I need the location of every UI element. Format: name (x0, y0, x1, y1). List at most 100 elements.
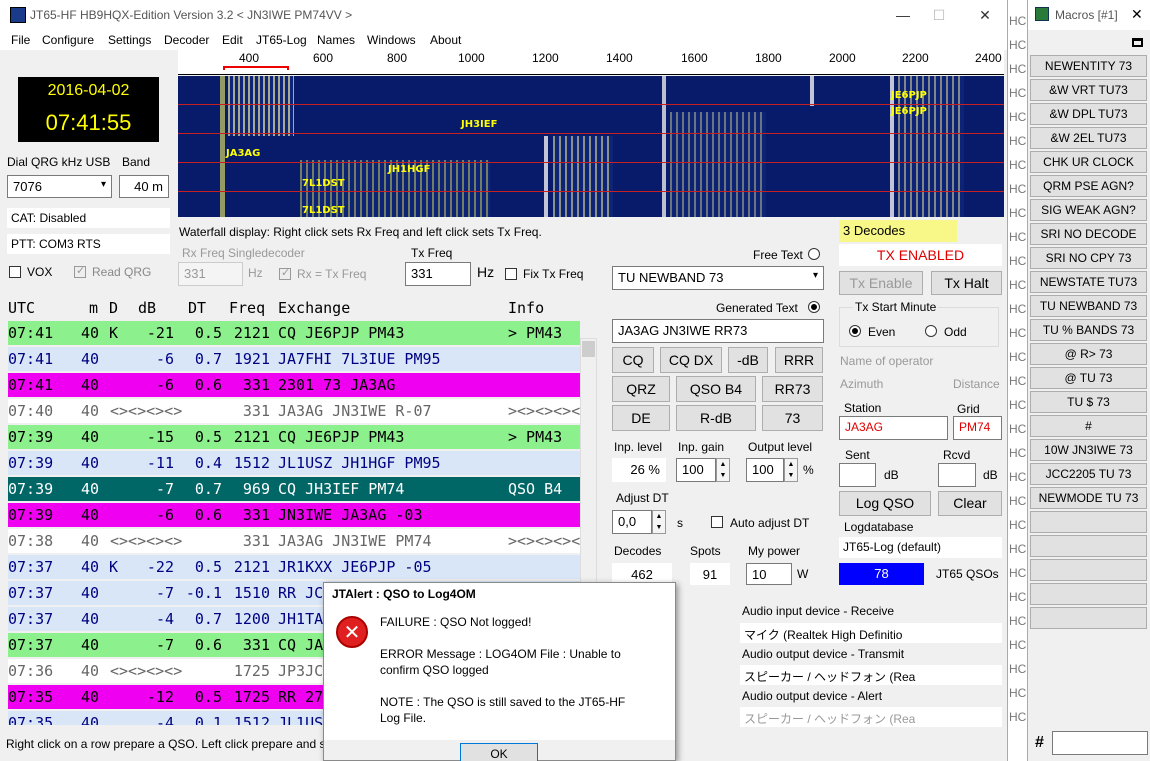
macro-button[interactable]: SRI NO CPY 73 (1030, 247, 1147, 269)
cq-button[interactable]: CQ (612, 347, 654, 373)
macro-button[interactable] (1030, 511, 1147, 533)
rx-freq-field[interactable]: 331 (178, 262, 243, 286)
table-row[interactable]: 07:39 40 -15 0.5 2121 CQ JE6PJP PM43 > PM43 (8, 425, 580, 449)
inp-gain-field[interactable]: 100 (676, 458, 716, 482)
log-qso-button[interactable]: Log QSO (839, 491, 931, 516)
close-button[interactable]: ✕ (970, 4, 1000, 26)
macro-button[interactable] (1030, 583, 1147, 605)
table-row[interactable]: 07:40 40 <><><><> 331 JA3AG JN3IWE R-07 ><><>… (8, 399, 580, 423)
macro-button[interactable]: 10W JN3IWE 73 (1030, 439, 1147, 461)
macro-button[interactable]: SRI NO DECODE (1030, 223, 1147, 245)
macro-button[interactable]: JCC2205 TU 73 (1030, 463, 1147, 485)
menu-names[interactable]: Names (317, 33, 355, 47)
macro-button[interactable]: TU $ 73 (1030, 391, 1147, 413)
restore-icon[interactable] (1132, 38, 1143, 47)
vox-checkbox[interactable] (9, 266, 21, 278)
free-text-select[interactable]: TU NEWBAND 73 ▾ (612, 266, 824, 290)
macro-button[interactable]: TU % BANDS 73 (1030, 319, 1147, 341)
rr73-button[interactable]: RR73 (762, 376, 823, 402)
macro-button[interactable]: &W VRT TU73 (1030, 79, 1147, 101)
logdatabase-field[interactable]: JT65-Log (default) (839, 537, 1002, 558)
audio-alert-device[interactable]: スピーカー / ヘッドフォン (Rea (740, 707, 1002, 727)
macro-button[interactable]: &W DPL TU73 (1030, 103, 1147, 125)
menu-edit[interactable]: Edit (222, 33, 243, 47)
audio-in-device[interactable]: マイク (Realtek High Definitio (740, 623, 1002, 643)
chevron-down-icon: ▾ (100, 179, 106, 190)
73-button[interactable]: 73 (762, 405, 823, 431)
macro-button[interactable] (1030, 607, 1147, 629)
table-row[interactable]: 07:41 40 -6 0.7 1921 JA7FHI 7L3IUE PM95 (8, 347, 580, 371)
output-level-field[interactable]: 100 (746, 458, 784, 482)
inp-gain-spinner[interactable]: ▲ ▼ (716, 458, 730, 482)
fix-tx-checkbox[interactable] (505, 268, 517, 280)
adjust-dt-spinner[interactable]: ▲ ▼ (652, 510, 666, 534)
menu-about[interactable]: About (430, 33, 461, 47)
maximize-button[interactable]: ☐ (924, 4, 954, 26)
qrz-button[interactable]: QRZ (612, 376, 670, 402)
auto-adjust-dt-checkbox[interactable] (711, 516, 723, 528)
menu-windows[interactable]: Windows (367, 33, 416, 47)
menu-file[interactable]: File (11, 33, 30, 47)
macro-button[interactable]: CHK UR CLOCK (1030, 151, 1147, 173)
macro-button[interactable]: NEWMODE TU 73 (1030, 487, 1147, 509)
menu-jt65-log[interactable]: JT65-Log (256, 33, 307, 47)
macro-button[interactable] (1030, 559, 1147, 581)
cell-m: 40 (81, 506, 100, 524)
macro-button[interactable] (1030, 535, 1147, 557)
generated-text-field[interactable]: JA3AG JN3IWE RR73 (612, 319, 824, 343)
macro-button[interactable]: TU NEWBAND 73 (1030, 295, 1147, 317)
waterfall-callsign: 7L1DST (302, 178, 345, 189)
minimize-button[interactable]: — (888, 4, 918, 26)
table-row[interactable]: 07:37 40 K -22 0.5 2121 JR1KXX JE6PJP -05 (8, 555, 580, 579)
macro-button[interactable]: SIG WEAK AGN? (1030, 199, 1147, 221)
macro-button[interactable]: NEWENTITY 73 (1030, 55, 1147, 77)
macro-button[interactable]: # (1030, 415, 1147, 437)
menu-settings[interactable]: Settings (108, 33, 151, 47)
read-qrg-checkbox[interactable]: ✓ (74, 265, 86, 278)
ok-button[interactable]: OK (460, 743, 538, 761)
even-radio[interactable] (849, 325, 861, 337)
dial-qrg-select[interactable]: 7076 ▾ (7, 175, 112, 198)
output-level-spinner[interactable]: ▲ ▼ (784, 458, 798, 482)
edge-text: HC (1009, 38, 1027, 52)
tx-enable-button[interactable]: Tx Enable (839, 271, 923, 295)
free-text-radio[interactable] (808, 248, 820, 260)
macro-button[interactable]: QRM PSE AGN? (1030, 175, 1147, 197)
adjust-dt-field[interactable]: 0,0 (612, 510, 652, 534)
table-row[interactable]: 07:41 40 -6 0.6 331 2301 73 JA3AG (8, 373, 580, 397)
rrr-button[interactable]: RRR (775, 347, 823, 373)
waterfall-display[interactable]: JE6PJP JE6PJP JH3IEF JA3AG JH1HGF 7L1DST… (178, 76, 1004, 217)
macro-input[interactable] (1052, 731, 1148, 755)
qso-b4-button[interactable]: QSO B4 (676, 376, 756, 402)
tx-halt-button[interactable]: Tx Halt (931, 271, 1002, 295)
macro-button[interactable]: @ TU 73 (1030, 367, 1147, 389)
table-row[interactable]: 07:39 40 -11 0.4 1512 JL1USZ JH1HGF PM95 (8, 451, 580, 475)
table-row[interactable]: 07:39 40 -7 0.7 969 CQ JH3IEF PM74 QSO B4 (8, 477, 580, 501)
de-button[interactable]: DE (612, 405, 670, 431)
cq-dx-button[interactable]: CQ DX (660, 347, 722, 373)
macro-button[interactable]: @ R> 73 (1030, 343, 1147, 365)
audio-out-device[interactable]: スピーカー / ヘッドフォン (Rea (740, 665, 1002, 685)
table-row[interactable]: 07:38 40 <><><><> 331 JA3AG JN3IWE PM74 ><><>… (8, 529, 580, 553)
station-field[interactable]: JA3AG (839, 416, 948, 440)
table-row[interactable]: 07:39 40 -6 0.6 331 JN3IWE JA3AG -03 (8, 503, 580, 527)
macro-button[interactable]: &W 2EL TU73 (1030, 127, 1147, 149)
rcvd-field[interactable] (938, 463, 976, 487)
my-power-field[interactable]: 10 (746, 563, 792, 585)
macros-close-button[interactable]: ✕ (1131, 6, 1143, 23)
macro-button[interactable]: NEWSTATE TU73 (1030, 271, 1147, 293)
odd-radio[interactable] (925, 325, 937, 337)
scroll-thumb[interactable] (582, 341, 595, 357)
clear-button[interactable]: Clear (938, 491, 1002, 516)
minus-db-button[interactable]: -dB (728, 347, 768, 373)
menu-decoder[interactable]: Decoder (164, 33, 209, 47)
band-field[interactable]: 40 m (119, 175, 169, 198)
sent-field[interactable] (839, 463, 876, 487)
menu-configure[interactable]: Configure (42, 33, 94, 47)
rx-eq-tx-checkbox[interactable]: ✓ (279, 267, 291, 280)
generated-text-radio[interactable] (808, 301, 820, 313)
tx-freq-field[interactable]: 331 (405, 262, 471, 286)
r-db-button[interactable]: R-dB (676, 405, 756, 431)
table-row[interactable]: 07:41 40 K -21 0.5 2121 CQ JE6PJP PM43 > PM43 (8, 321, 580, 345)
grid-field[interactable]: PM74 (953, 416, 1002, 440)
